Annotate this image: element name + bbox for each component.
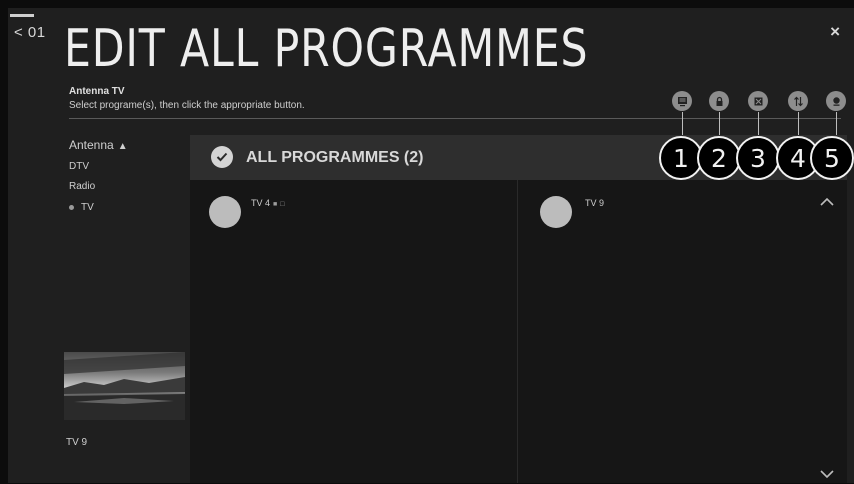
lock-icon xyxy=(716,96,722,106)
skip-icon: □ xyxy=(280,201,285,208)
channel-select-circle[interactable] xyxy=(209,196,241,228)
page-title: EDIT ALL PROGRAMMES xyxy=(64,19,589,79)
menu-indicator xyxy=(10,14,34,17)
channel-preview-thumbnail xyxy=(64,352,185,420)
sidebar-item-radio[interactable]: Radio xyxy=(69,181,95,192)
preview-channel-label: TV 9 xyxy=(66,437,88,448)
sort-button[interactable] xyxy=(788,91,808,111)
programme-list-panel xyxy=(190,135,847,483)
channel-select-circle[interactable] xyxy=(540,196,572,228)
source-label: Antenna TV xyxy=(69,86,125,97)
list-icon xyxy=(677,96,687,106)
channel-item-tv4[interactable]: TV 4 ■ □ xyxy=(251,198,284,208)
lock-button[interactable] xyxy=(709,91,729,111)
skip-button[interactable] xyxy=(748,91,768,111)
lock-icon: ■ xyxy=(273,201,278,208)
sidebar-item-label: TV xyxy=(81,202,94,213)
list-button[interactable] xyxy=(672,91,692,111)
callout-3: 3 xyxy=(736,136,780,180)
selected-dot xyxy=(69,204,74,210)
chevron-up-icon: ▲ xyxy=(117,141,128,152)
sidebar-item-dtv[interactable]: DTV xyxy=(69,161,89,172)
callout-5: 5 xyxy=(810,136,854,180)
check-icon xyxy=(216,152,228,162)
list-header-title: ALL PROGRAMMES (2) xyxy=(246,149,424,166)
close-button[interactable]: × xyxy=(830,22,840,42)
scroll-up-button[interactable] xyxy=(820,193,834,211)
sort-icon xyxy=(793,96,803,106)
delete-button[interactable] xyxy=(826,91,846,111)
sidebar-group-antenna[interactable]: Antenna ▲ xyxy=(69,138,128,152)
chevron-down-icon xyxy=(820,470,834,479)
delete-icon xyxy=(832,96,840,106)
instruction-text: Select programe(s), then click the appro… xyxy=(69,100,305,111)
select-all-checkbox[interactable] xyxy=(211,146,233,168)
chevron-up-icon xyxy=(820,197,834,206)
skip-icon xyxy=(754,97,762,105)
header-divider xyxy=(69,118,841,119)
landscape-image xyxy=(64,352,185,420)
callout-2: 2 xyxy=(697,136,741,180)
column-divider xyxy=(517,180,518,483)
channel-name: TV 4 xyxy=(251,198,271,208)
scroll-down-button[interactable] xyxy=(820,466,834,484)
back-button[interactable]: < 01 xyxy=(14,24,46,41)
sidebar-item-tv[interactable]: TV xyxy=(69,202,94,213)
channel-item-tv9[interactable]: TV 9 xyxy=(585,198,604,208)
sidebar-group-label: Antenna xyxy=(69,138,114,152)
